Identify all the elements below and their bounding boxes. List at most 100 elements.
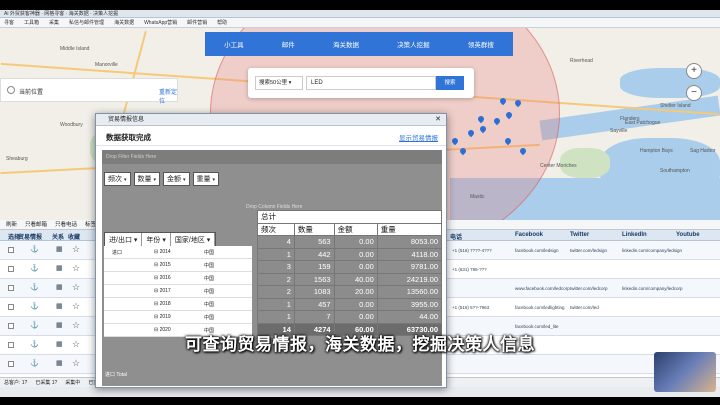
menu-item[interactable]: WhatsApp营销	[144, 18, 177, 27]
radius-select[interactable]: 搜索50公里 ▾	[255, 76, 303, 90]
data-field-chip[interactable]: 频次 ▾	[104, 172, 131, 186]
relation-icon[interactable]: ▦	[56, 246, 63, 253]
menu-item[interactable]: 寻客	[4, 18, 14, 27]
pivot-value: 0.00	[333, 247, 378, 261]
map-pin[interactable]	[520, 148, 526, 156]
favorite-star-icon[interactable]: ☆	[72, 263, 80, 274]
facebook-cell[interactable]: facebook.com/ledlighting	[515, 305, 565, 310]
row-checkbox[interactable]	[8, 285, 14, 291]
map-nav-item[interactable]: 决策人挖掘	[397, 39, 430, 49]
chevron-down-icon[interactable]: ▾	[213, 177, 216, 183]
close-icon[interactable]: ✕	[435, 114, 441, 126]
grid-column-header[interactable]: 贸易情报	[18, 232, 42, 241]
search-button[interactable]: 搜索	[436, 76, 464, 90]
relation-icon[interactable]: ▦	[56, 322, 63, 329]
map-nav-item[interactable]: 邮件	[282, 39, 295, 49]
show-trade-intel-link[interactable]: 显示贸易情报	[399, 132, 438, 142]
row-field-header[interactable]: 国家/地区 ▾	[171, 233, 216, 247]
row-year: ⊟ 2014	[154, 249, 171, 255]
map-pin[interactable]	[468, 130, 474, 138]
row-checkbox[interactable]	[8, 323, 14, 329]
menu-item[interactable]: 工具箱	[24, 18, 39, 27]
twitter-cell[interactable]: twitter.com/ledcorp	[570, 286, 608, 291]
relation-icon[interactable]: ▦	[56, 265, 63, 272]
map-nav-item[interactable]: 海关数据	[333, 39, 359, 49]
row-year: ⊟ 2018	[154, 301, 171, 307]
menu-item[interactable]: 采集	[49, 18, 59, 27]
trade-intel-icon[interactable]: ⚓	[30, 284, 39, 291]
row-checkbox[interactable]	[8, 266, 14, 272]
relation-icon[interactable]: ▦	[56, 284, 63, 291]
facebook-cell[interactable]: facebook.com/ledsign	[515, 248, 559, 253]
map-pin[interactable]	[515, 100, 521, 108]
grid-toolbar-button[interactable]: 只看邮箱	[25, 220, 47, 229]
chevron-down-icon[interactable]: ▾	[183, 177, 186, 183]
menu-item[interactable]: 邮件营销	[187, 18, 207, 27]
twitter-cell[interactable]: twitter.com/led	[570, 305, 599, 310]
grid-toolbar-button[interactable]: 只看电话	[55, 220, 77, 229]
map-pin[interactable]	[452, 138, 458, 146]
column-header[interactable]: 金额	[333, 222, 378, 236]
grid-column-header[interactable]: Facebook	[515, 232, 543, 238]
trade-intel-icon[interactable]: ⚓	[30, 360, 39, 367]
trade-intel-icon[interactable]: ⚓	[30, 246, 39, 253]
relation-icon[interactable]: ▦	[56, 303, 63, 310]
grid-column-header[interactable]: Youtube	[676, 232, 700, 238]
row-checkbox[interactable]	[8, 304, 14, 310]
favorite-star-icon[interactable]: ☆	[72, 244, 80, 255]
status-text: 已采集 1?	[35, 380, 58, 386]
favorite-star-icon[interactable]: ☆	[72, 301, 80, 312]
column-header[interactable]: 重量	[376, 222, 443, 236]
row-field-header[interactable]: 年份 ▾	[142, 233, 171, 247]
grid-column-header[interactable]: Twitter	[570, 232, 589, 238]
phone-cell[interactable]: +1 (516) 5??-7963	[452, 305, 489, 310]
favorite-star-icon[interactable]: ☆	[72, 282, 80, 293]
data-field-chip[interactable]: 重量 ▾	[192, 172, 220, 186]
trade-intel-icon[interactable]: ⚓	[30, 303, 39, 310]
zoom-in-button[interactable]: +	[686, 63, 702, 79]
row-checkbox[interactable]	[8, 361, 14, 367]
grid-column-header[interactable]: 电话	[450, 232, 462, 241]
relation-icon[interactable]: ▦	[56, 360, 63, 367]
map-nav-item[interactable]: 领英群搜	[468, 39, 494, 49]
map-pin[interactable]	[460, 148, 466, 156]
filter-drop-zone[interactable]: Drop Filter Fields Here	[102, 150, 442, 164]
column-header[interactable]: 频次	[257, 222, 295, 236]
map-pin[interactable]	[480, 126, 486, 134]
data-field-chip[interactable]: 金额 ▾	[163, 172, 190, 186]
row-checkbox[interactable]	[8, 247, 14, 253]
grid-column-header[interactable]: 关系	[52, 232, 64, 241]
map-nav-item[interactable]: 小工具	[224, 39, 244, 49]
phone-cell[interactable]: +1 (516) 7???-4???	[452, 248, 492, 253]
chevron-down-icon[interactable]: ▾	[154, 177, 157, 183]
relocate-link[interactable]: 重新定位	[159, 87, 177, 105]
data-field-chip[interactable]: 数量 ▾	[133, 172, 161, 186]
favorite-star-icon[interactable]: ☆	[72, 358, 80, 369]
row-field-header[interactable]: 进/出口 ▾	[105, 233, 143, 247]
map-pin[interactable]	[478, 116, 484, 124]
grid-toolbar-button[interactable]: 刷新	[6, 220, 17, 229]
phone-cell[interactable]: +1 (631) 785-???	[452, 267, 487, 272]
grid-column-header[interactable]: LinkedIn	[622, 232, 647, 238]
map-pin[interactable]	[506, 112, 512, 120]
trade-intel-icon[interactable]: ⚓	[30, 322, 39, 329]
menu-item[interactable]: 海关数据	[114, 18, 134, 27]
grid-column-header[interactable]: 收藏	[68, 232, 80, 241]
keyword-input[interactable]: LED	[306, 76, 436, 90]
menu-item[interactable]: 私信与邮件管理	[69, 18, 104, 27]
map-pin[interactable]	[494, 118, 500, 126]
twitter-cell[interactable]: twitter.com/ledsign	[570, 248, 607, 253]
facebook-cell[interactable]: facebook.com/led_lite	[515, 324, 559, 329]
facebook-cell[interactable]: www.facebook.com/ledcorp	[515, 286, 570, 291]
map-pin[interactable]	[500, 98, 506, 106]
column-header[interactable]: 数量	[293, 222, 335, 236]
zoom-out-button[interactable]: −	[686, 85, 702, 101]
linkedin-cell[interactable]: linkedin.com/company/ledsign	[622, 248, 682, 253]
linkedin-cell[interactable]: linkedin.com/company/ledcorp	[622, 286, 683, 291]
map-pin[interactable]	[505, 138, 511, 146]
chevron-down-icon[interactable]: ▾	[124, 177, 127, 183]
pivot-value: 1083	[293, 285, 335, 299]
pivot-row: ⊟ 2015 中国	[104, 259, 252, 272]
menu-item[interactable]: 帮助	[217, 18, 227, 27]
trade-intel-icon[interactable]: ⚓	[30, 265, 39, 272]
